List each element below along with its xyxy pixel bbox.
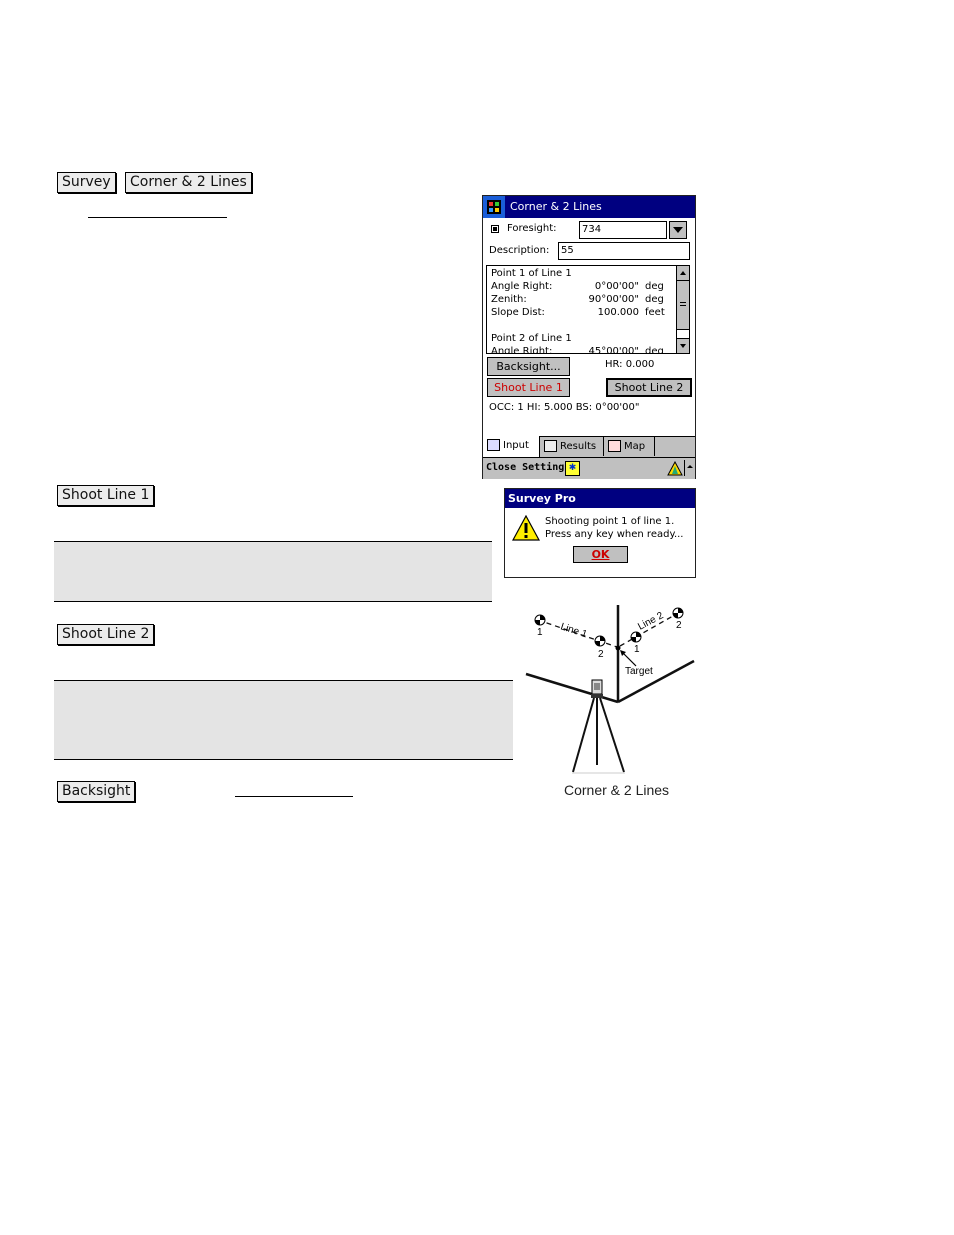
window-title: Corner & 2 Lines [510,200,602,213]
shoot-line-1-button[interactable]: Shoot Line 1 [487,378,570,397]
dialog-title: Survey Pro [505,489,695,508]
list-item: Zenith: 90°00'00" deg [491,294,664,305]
shoot-line-2-button[interactable]: Shoot Line 2 [606,378,692,397]
results-tab-icon [544,440,557,452]
divider [684,460,685,476]
figure-caption: Corner & 2 Lines [564,782,670,798]
dialog-message-line-2: Press any key when ready... [545,529,684,540]
scroll-up-button[interactable] [677,266,689,281]
pda-screen: Corner & 2 Lines Foresight: 734 Descript… [482,195,696,479]
note-box-1 [54,541,492,602]
input-tab-icon [487,439,500,451]
doc-backsight-button[interactable]: Backsight [57,781,136,802]
list-item: Angle Right: 45°00'00" deg [491,346,664,354]
warning-icon [512,515,540,541]
command-bar: Close Settings ✱ [483,457,695,479]
results-list[interactable]: Point 1 of Line 1 Angle Right: 0°00'00" de… [486,265,690,354]
status-line: OCC: 1 HI: 5.000 BS: 0°00'00" [489,402,640,413]
arrow-down-icon [680,344,686,348]
foresight-input[interactable]: 734 [579,221,667,239]
close-settings-menu[interactable]: Close Settings [486,462,570,473]
title-bar: Corner & 2 Lines [483,196,695,218]
note-box-2 [54,680,513,760]
chevron-down-icon [673,227,683,233]
arrow-up-icon [680,271,686,275]
hr-readout: HR: 0.000 [605,359,655,370]
tab-results[interactable]: Results [540,437,604,456]
point-label: 2 [598,649,604,660]
tab-map[interactable]: Map [604,437,655,456]
tab-input[interactable]: Input [483,436,540,457]
tab-label: Input [503,440,529,451]
backsight-button[interactable]: Backsight... [487,357,570,376]
survey-menu-button[interactable]: Survey [57,172,116,193]
results-scrollbar[interactable] [676,266,689,353]
target-point-icon [594,635,606,647]
dialog-message-line-1: Shooting point 1 of line 1. [545,516,675,527]
grip-icon [680,302,686,306]
survey-pro-dialog: Survey Pro Shooting point 1 of line 1. P… [504,488,696,578]
ok-button[interactable]: OK [573,546,628,563]
doc-shoot-line-1-button[interactable]: Shoot Line 1 [57,485,155,506]
list-item: Slope Dist: 100.000 feet [491,307,665,318]
corner-2-lines-menu-button[interactable]: Corner & 2 Lines [125,172,252,193]
ok-label: OK [591,548,610,561]
backsight-button-label: Backsight... [496,360,561,373]
target-point-icon [672,607,684,619]
wall-edge-left [525,672,619,704]
sip-arrow-up-icon[interactable] [686,463,694,471]
target-point-icon [534,614,546,626]
survey-status-icon[interactable] [667,461,683,476]
underline-rule [235,796,353,797]
map-tab-icon [608,440,621,452]
scroll-thumb[interactable] [677,281,689,330]
foresight-label: Foresight: [507,223,557,234]
foresight-indicator-icon [491,225,499,233]
list-item: Angle Right: 0°00'00" deg [491,281,664,292]
doc-shoot-line-2-button[interactable]: Shoot Line 2 [57,624,155,645]
point-label: 1 [634,644,640,655]
corner-2-lines-figure: Line 1 Line 2 1 2 1 2 Target [525,605,695,774]
list-item [491,319,669,332]
description-label: Description: [489,245,550,256]
target-label: Target [625,666,653,677]
scroll-down-button[interactable] [677,338,689,353]
target-point-icon [630,631,642,643]
foresight-dropdown-button[interactable] [669,221,687,239]
point-label: 2 [676,620,682,631]
underline-rule [88,217,227,218]
line-2-label: Line 2 [636,610,666,633]
list-item: Point 1 of Line 1 [491,268,572,279]
line-1-label: Line 1 [559,621,589,640]
tab-bar: Input Results Map [483,436,695,457]
shoot-line-2-label: Shoot Line 2 [614,381,684,394]
tab-label: Results [560,441,597,452]
target-dot [615,645,621,651]
settings-star-icon[interactable]: ✱ [565,461,580,476]
description-input[interactable]: 55 [558,242,690,260]
point-label: 1 [537,627,543,638]
windows-start-icon[interactable] [483,196,505,218]
tab-label: Map [624,441,646,452]
list-item: Point 2 of Line 1 [491,333,572,344]
shoot-line-1-label: Shoot Line 1 [494,381,563,394]
